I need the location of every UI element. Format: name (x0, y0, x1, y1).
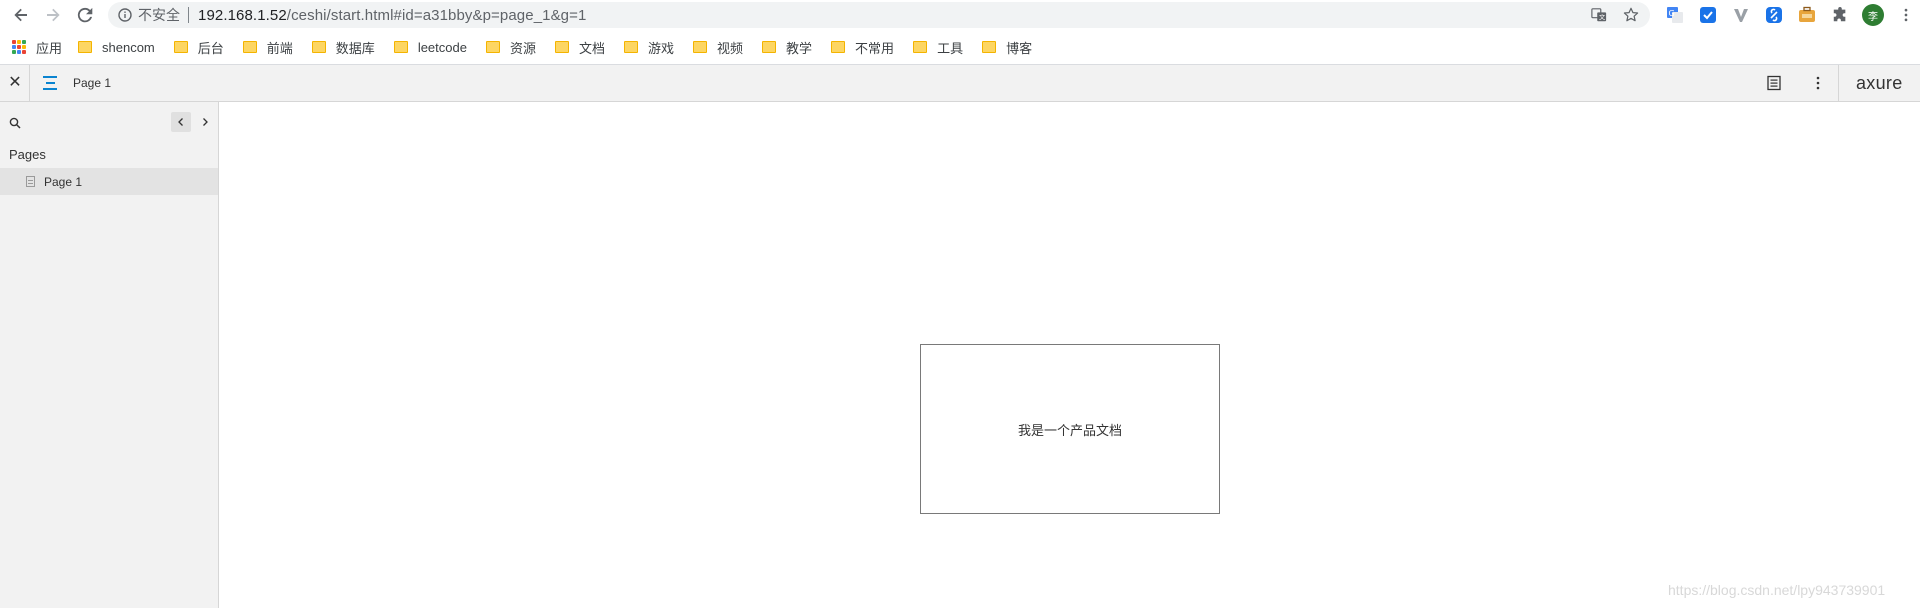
bookmark-folder[interactable]: 游戏 (624, 35, 674, 59)
folder-icon (242, 41, 257, 53)
bookmark-folder[interactable]: 教学 (762, 35, 812, 59)
bookmark-label: 不常用 (855, 40, 895, 56)
page-title: Page 1 (73, 76, 112, 90)
folder-icon (485, 41, 500, 53)
folder-icon (393, 41, 408, 53)
profile-avatar[interactable]: 李 (1862, 4, 1884, 26)
reload-button[interactable] (72, 2, 98, 28)
page-list-item-label: Page 1 (44, 174, 83, 189)
more-vertical-icon[interactable] (1895, 4, 1917, 26)
v-logo-icon[interactable] (1730, 4, 1752, 26)
notes-icon[interactable] (1766, 75, 1782, 91)
pages-heading: Pages (9, 147, 46, 162)
forward-button[interactable] (40, 2, 66, 28)
folder-icon (831, 41, 846, 53)
bookmark-apps[interactable]: 应用 (12, 35, 62, 59)
back-button[interactable] (8, 2, 34, 28)
previous-page-button[interactable] (171, 112, 191, 132)
bookmark-folder[interactable]: 前端 (242, 35, 293, 59)
folder-icon (982, 41, 997, 53)
folder-icon (624, 41, 638, 53)
folder-icon (554, 41, 569, 53)
bookmark-folder[interactable]: 数据库 (311, 35, 375, 59)
svg-text:G: G (1669, 9, 1675, 18)
browser-toolbar: 不安全 192.168.1.52/ceshi/start.html#id=a31… (0, 0, 1920, 30)
axure-header: ✕ Page 1 axure (0, 65, 1920, 102)
next-page-button[interactable] (195, 112, 215, 132)
folder-icon (311, 41, 326, 53)
url-host: 192.168.1.52 (198, 6, 287, 24)
puzzle-icon[interactable] (1829, 4, 1851, 26)
forward-arrow-icon (47, 8, 60, 22)
bookmark-folder[interactable]: leetcode (393, 35, 467, 59)
bookmark-label: 数据库 (335, 40, 375, 56)
sitemap-sidebar: Pages Page 1 (0, 102, 219, 608)
reload-icon (77, 7, 93, 23)
sitemap-menu-icon[interactable] (41, 74, 61, 92)
folder-icon (78, 41, 93, 53)
link-extension-icon[interactable] (1763, 4, 1785, 26)
bookmark-folder[interactable]: 不常用 (831, 35, 894, 59)
svg-text:文: 文 (1599, 13, 1606, 21)
axure-logo: axure (1856, 73, 1903, 93)
bookmark-folder[interactable]: 视频 (693, 35, 743, 59)
google-translate-icon[interactable]: G (1664, 4, 1686, 26)
translate-icon[interactable]: 文 (1590, 6, 1608, 24)
address-separator (188, 7, 189, 23)
more-options-icon[interactable] (1810, 75, 1826, 91)
bookmark-folder[interactable]: 后台 (173, 35, 224, 59)
bookmark-label: 资源 (509, 40, 536, 56)
url-text[interactable]: 192.168.1.52/ceshi/start.html#id=a31bby&… (198, 7, 586, 24)
security-label: 不安全 (138, 7, 180, 23)
bookmark-folder[interactable]: 资源 (485, 35, 536, 59)
bookmark-folder[interactable]: 博客 (982, 35, 1032, 59)
apps-grid-icon (12, 40, 26, 54)
bookmark-folder[interactable]: 文档 (554, 35, 605, 59)
close-sidebar-button[interactable]: ✕ (6, 74, 24, 92)
briefcase-extension-icon[interactable] (1796, 4, 1818, 26)
bookmark-folder[interactable]: shencom (78, 35, 155, 59)
bookmark-label: 博客 (1006, 40, 1033, 56)
content-box: 我是一个产品文档 (920, 344, 1220, 514)
bookmark-label: 文档 (578, 40, 605, 56)
page-list-item[interactable]: Page 1 (0, 168, 218, 195)
content-box-text: 我是一个产品文档 (1017, 422, 1122, 438)
bookmark-label: 教学 (786, 40, 813, 56)
back-arrow-icon (14, 8, 27, 22)
bookmark-label: 视频 (717, 40, 744, 56)
header-divider-right (1838, 65, 1839, 102)
bookmark-label: 后台 (197, 40, 224, 56)
bookmark-label: 游戏 (648, 40, 675, 56)
bookmark-star-icon[interactable] (1622, 6, 1640, 24)
extensions-area: G 李 (1664, 4, 1917, 26)
bookmark-label: shencom (102, 39, 155, 55)
folder-icon (762, 41, 777, 53)
folder-icon (693, 41, 708, 53)
header-divider (29, 65, 30, 102)
folder-icon (913, 41, 928, 53)
bookmarks-bar: 应用 shencom 后台 前端 数据库 leetcode 资源 文档 游戏 视… (0, 33, 1920, 61)
bookmark-label: 工具 (937, 40, 964, 56)
bookmark-label: leetcode (417, 39, 467, 55)
bookmark-label: 前端 (266, 40, 293, 56)
url-path: /ceshi/start.html#id=a31bby&p=page_1&g=1 (286, 6, 587, 24)
chevron-left-icon (178, 118, 183, 126)
shield-check-icon[interactable] (1697, 4, 1719, 26)
bookmark-folder[interactable]: 工具 (913, 35, 963, 59)
watermark-text: https://blog.csdn.net/lpy943739901 (1668, 582, 1886, 598)
search-icon[interactable] (9, 117, 21, 129)
address-bar[interactable]: 不安全 192.168.1.52/ceshi/start.html#id=a31… (108, 2, 1650, 28)
page-document-icon (26, 176, 35, 187)
bookmark-label: 应用 (36, 40, 63, 56)
info-icon[interactable] (118, 8, 132, 22)
chevron-right-icon (203, 118, 208, 126)
omnibox-actions: 文 (1590, 6, 1640, 24)
folder-icon (173, 41, 188, 53)
